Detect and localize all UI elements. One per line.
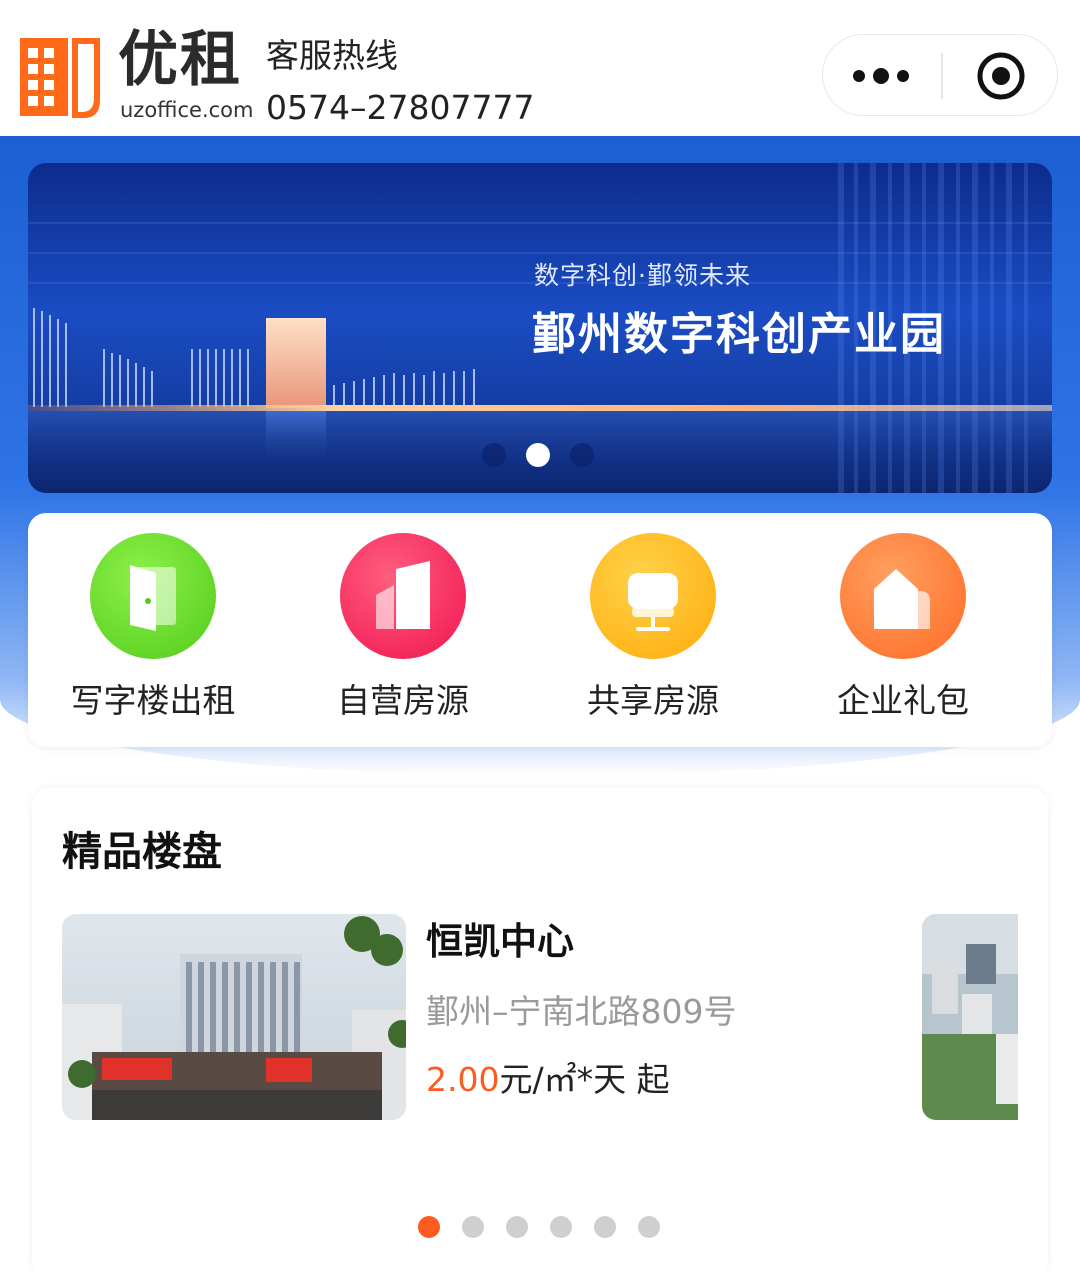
hotline-number[interactable]: 0574–27807777 [266,88,534,128]
featured-dot[interactable] [594,1216,616,1238]
menu-label: 企业礼包 [837,681,969,720]
menu-item-enterprise-gift[interactable]: 企业礼包 [778,513,1028,747]
hotline-label: 客服热线 [266,36,398,75]
chair-icon [590,533,716,659]
menu-label: 写字楼出租 [70,681,236,720]
banner-dot[interactable] [482,443,506,467]
more-button[interactable] [823,35,941,115]
featured-dot[interactable] [462,1216,484,1238]
property-name[interactable]: 恒凯中心 [426,920,574,964]
banner-dot-active[interactable] [526,443,550,467]
next-property-photo[interactable] [922,914,1018,1120]
menu-item-office-rental[interactable]: 写字楼出租 [28,513,278,747]
logo-domain: uzoffice.com [120,98,254,122]
price-value: 2.00 [426,1060,500,1099]
banner-title: 鄞州数字科创产业园 [532,309,946,360]
target-circle-icon [977,52,1025,100]
featured-dot[interactable] [638,1216,660,1238]
miniprogram-capsule [822,34,1058,116]
uzoffice-logo-icon[interactable] [14,30,106,124]
building-icon [340,533,466,659]
price-unit: 元/㎡*天 起 [499,1060,670,1099]
quick-menu: 写字楼出租 自营房源 共享房源 企业礼包 [28,513,1052,747]
more-dots-icon [853,68,909,84]
menu-label: 共享房源 [587,681,719,720]
house-gift-icon [840,533,966,659]
property-price: 2.00元/㎡*天 起 [426,1060,670,1100]
close-miniprogram-button[interactable] [943,35,1059,115]
featured-dot-active[interactable] [418,1216,440,1238]
menu-label: 自营房源 [337,681,469,720]
top-bar: 优租 uzoffice.com 客服热线 0574–27807777 [0,0,1080,136]
promo-banner[interactable]: 数字科创·鄞领未来 鄞州数字科创产业园 [28,163,1052,493]
banner-subtitle: 数字科创·鄞领未来 [534,261,751,290]
property-address: 鄞州–宁南北路809号 [426,992,737,1031]
featured-dot[interactable] [506,1216,528,1238]
featured-properties-section: 精品楼盘 恒凯中心 鄞州–宁南北路809号 2.00元/㎡*天 起 [32,788,1048,1271]
door-icon [90,533,216,659]
menu-item-shared[interactable]: 共享房源 [528,513,778,747]
featured-dot[interactable] [550,1216,572,1238]
menu-item-self-operated[interactable]: 自营房源 [278,513,528,747]
property-photo[interactable] [62,914,406,1120]
logo-title: 优租 [118,25,242,95]
section-title: 精品楼盘 [62,829,222,875]
banner-dot[interactable] [570,443,594,467]
